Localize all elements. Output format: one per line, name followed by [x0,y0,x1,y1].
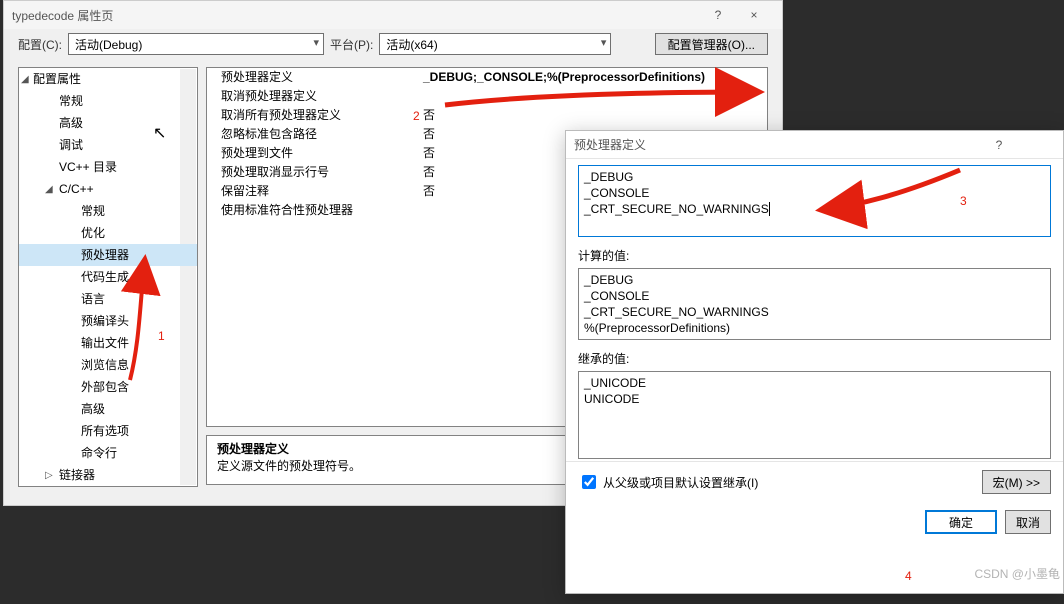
tree-item[interactable]: 浏览信息 [19,354,197,376]
help-button[interactable]: ? [702,8,734,22]
tree-item-label: 代码生成 [81,270,129,284]
tree-item[interactable]: 优化 [19,222,197,244]
tree-item[interactable]: 代码生成 [19,266,197,288]
grid-property-name: 忽略标准包含路径 [207,125,417,144]
tree-item-label: 优化 [81,226,105,240]
tree-item[interactable]: 预处理器 [19,244,197,266]
platform-label: 平台(P): [330,36,373,53]
grid-property-name: 取消所有预处理器定义 [207,106,417,125]
platform-combo[interactable]: 活动(x64) [379,33,611,55]
tree-item[interactable]: ▷ 链接器 [19,464,197,486]
expander-icon[interactable]: ▷ [45,467,53,485]
tree-item[interactable]: 常规 [19,200,197,222]
macro-button[interactable]: 宏(M) >> [982,470,1051,494]
window-title: typedecode 属性页 [12,7,702,24]
tree-item-label: 输出文件 [81,336,129,350]
grid-property-value[interactable]: 否 [417,106,767,125]
tree-item-label: 链接器 [59,468,95,482]
grid-property-name: 保留注释 [207,182,417,201]
tree-item[interactable]: 高级 [19,112,197,134]
expander-icon[interactable]: ◢ [45,181,53,199]
tree-item-label: 语言 [81,292,105,306]
inherited-values: _UNICODE UNICODE [578,371,1051,459]
config-label: 配置(C): [18,36,62,53]
config-combo[interactable]: 活动(Debug) [68,33,324,55]
inherit-checkbox-label[interactable]: 从父级或项目默认设置继承(I) [578,472,972,492]
definitions-editbox[interactable]: _DEBUG _CONSOLE _CRT_SECURE_NO_WARNINGS [578,165,1051,237]
popup-help-button[interactable]: ? [983,138,1015,152]
tree-item-label: 常规 [59,94,83,108]
config-manager-button[interactable]: 配置管理器(O)... [655,33,768,55]
grid-property-value[interactable] [417,87,767,106]
calculated-label: 计算的值: [578,247,1051,264]
config-toolbar: 配置(C): 活动(Debug) 平台(P): 活动(x64) 配置管理器(O)… [4,29,782,59]
text-cursor [769,202,770,216]
tree-item-label: 高级 [81,402,105,416]
grid-property-name: 预处理取消显示行号 [207,163,417,182]
tree-item[interactable]: 预编译头 [19,310,197,332]
tree-item[interactable]: 高级 [19,398,197,420]
inherit-checkbox[interactable] [582,475,596,489]
tree-item-label: C/C++ [59,182,94,196]
tree-item-label: 配置属性 [33,72,81,86]
main-title-bar: typedecode 属性页 ? × [4,1,782,29]
preprocessor-definitions-dialog: 预处理器定义 ? _DEBUG _CONSOLE _CRT_SECURE_NO_… [565,130,1064,594]
calculated-values: _DEBUG _CONSOLE _CRT_SECURE_NO_WARNINGS … [578,268,1051,340]
grid-property-name: 取消预处理器定义 [207,87,417,106]
grid-property-name: 预处理到文件 [207,144,417,163]
close-button[interactable]: × [734,8,774,22]
tree-item-label: 外部包含 [81,380,129,394]
grid-property-name: 预处理器定义 [207,68,417,87]
popup-title: 预处理器定义 [574,136,983,153]
tree-item[interactable]: ▷清单工具 [19,486,197,487]
grid-property-value[interactable]: _DEBUG;_CONSOLE;%(PreprocessorDefinition… [417,68,767,87]
tree-item[interactable]: 常规 [19,90,197,112]
popup-title-bar: 预处理器定义 ? [566,131,1063,159]
tree-item[interactable]: 语言 [19,288,197,310]
grid-property-name: 使用标准符合性预处理器 [207,201,417,220]
expander-icon[interactable]: ◢ [21,71,29,89]
watermark: CSDN @小墨龟 [974,565,1060,582]
tree-item-label: 预处理器 [81,248,129,262]
tree-item-label: 命令行 [81,446,117,460]
ok-button[interactable]: 确定 [925,510,997,534]
grid-row[interactable]: 取消所有预处理器定义否 [207,106,767,125]
cancel-button[interactable]: 取消 [1005,510,1051,534]
tree-item-label: VC++ 目录 [59,160,117,174]
tree-item-label: 高级 [59,116,83,130]
tree-item-label: 预编译头 [81,314,129,328]
tree-item[interactable]: 输出文件 [19,332,197,354]
tree-item[interactable]: 命令行 [19,442,197,464]
tree-item-label: 常规 [81,204,105,218]
tree-item[interactable]: 调试 [19,134,197,156]
tree-item-label: 浏览信息 [81,358,129,372]
tree-item[interactable]: 外部包含 [19,376,197,398]
inherited-label: 继承的值: [578,350,1051,367]
tree-item[interactable]: ◢ 配置属性 [19,68,197,90]
tree-item[interactable]: 所有选项 [19,420,197,442]
grid-row[interactable]: 取消预处理器定义 [207,87,767,106]
grid-row[interactable]: 预处理器定义_DEBUG;_CONSOLE;%(PreprocessorDefi… [207,68,767,87]
tree-item-label: 调试 [59,138,83,152]
tree-item-label: 所有选项 [81,424,129,438]
tree-panel[interactable]: ◢配置属性常规高级调试VC++ 目录◢C/C++常规优化预处理器代码生成语言预编… [18,67,198,487]
tree-item[interactable]: VC++ 目录 [19,156,197,178]
tree-item[interactable]: ◢ C/C++ [19,178,197,200]
